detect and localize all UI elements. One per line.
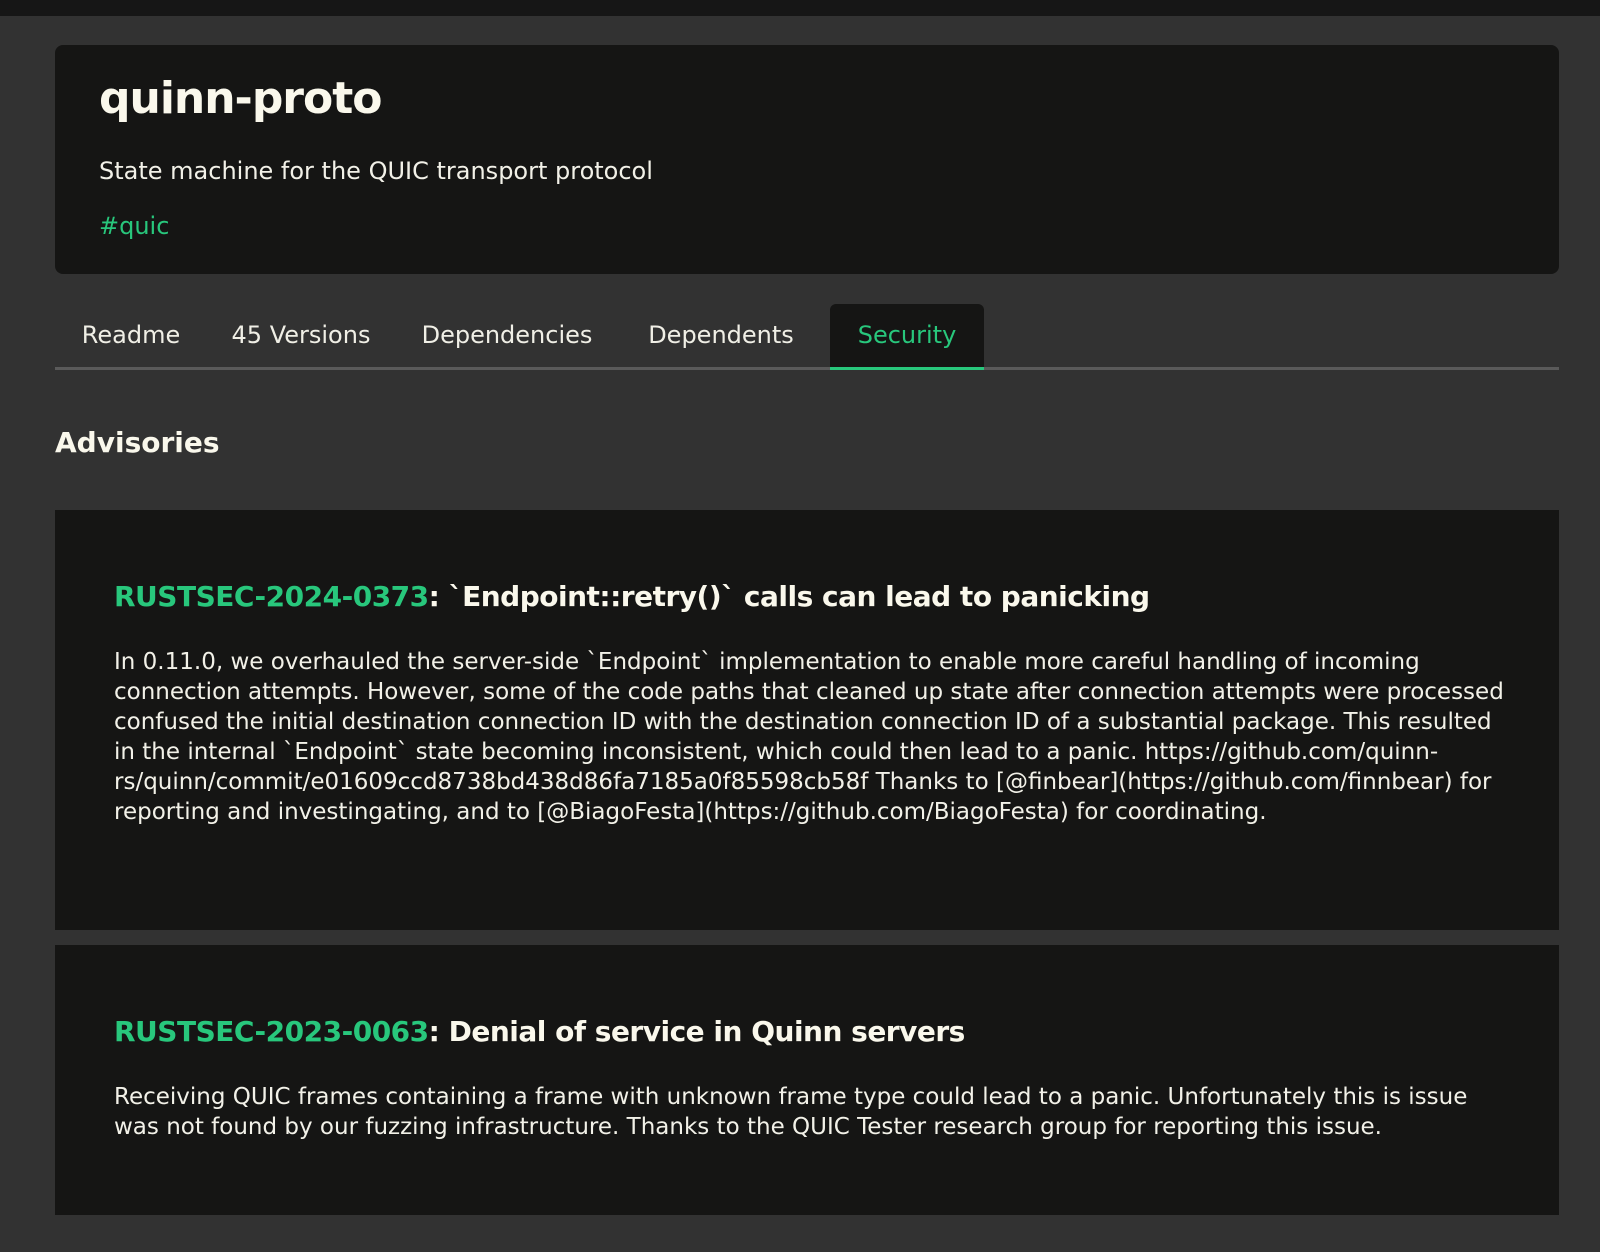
keyword-tag-link[interactable]: #quic (99, 212, 169, 240)
tab-security[interactable]: Security (830, 304, 984, 370)
tab-versions[interactable]: 45 Versions (207, 304, 395, 367)
advisory-card: RUSTSEC-2024-0373: `Endpoint::retry()` c… (55, 510, 1559, 930)
tab-dependencies[interactable]: Dependencies (395, 304, 619, 367)
crate-name: quinn-proto (99, 73, 382, 124)
advisory-card: RUSTSEC-2023-0063: Denial of service in … (55, 945, 1559, 1215)
advisory-description: In 0.11.0, we overhauled the server-side… (114, 649, 1504, 825)
crate-header: quinn-proto State machine for the QUIC t… (55, 45, 1559, 274)
advisory-title: RUSTSEC-2023-0063: Denial of service in … (114, 1015, 965, 1048)
tab-readme[interactable]: Readme (55, 304, 207, 367)
advisory-description: Receiving QUIC frames containing a frame… (114, 1084, 1468, 1140)
advisory-title-text: : `Endpoint::retry()` calls can lead to … (428, 580, 1150, 613)
tab-dependents[interactable]: Dependents (619, 304, 823, 367)
advisory-title: RUSTSEC-2024-0373: `Endpoint::retry()` c… (114, 580, 1150, 613)
crate-tabs: Readme 45 Versions Dependencies Dependen… (55, 304, 1559, 370)
advisory-title-text: : Denial of service in Quinn servers (428, 1015, 966, 1048)
crate-description: State machine for the QUIC transport pro… (99, 157, 653, 185)
advisory-id-link[interactable]: RUSTSEC-2024-0373 (114, 580, 429, 613)
advisory-id-link[interactable]: RUSTSEC-2023-0063 (114, 1015, 429, 1048)
advisories-heading: Advisories (55, 426, 220, 459)
top-bar (0, 0, 1600, 16)
